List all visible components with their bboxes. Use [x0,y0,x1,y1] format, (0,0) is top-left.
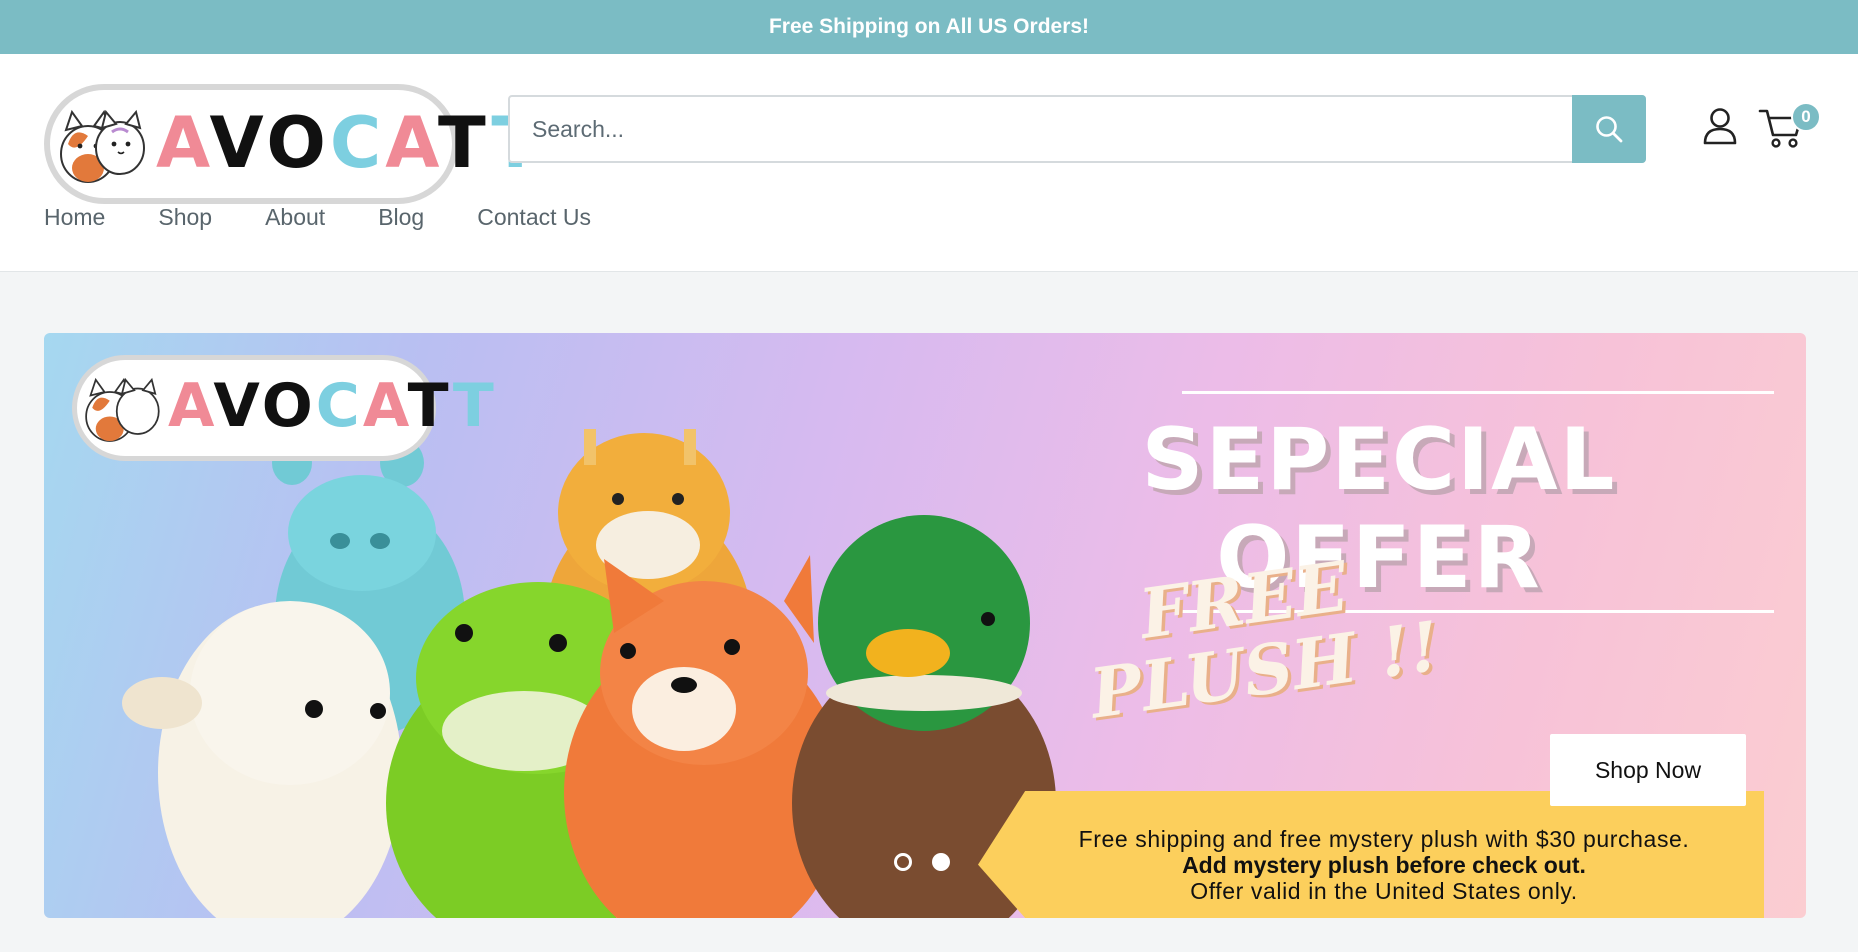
search-bar [508,95,1646,163]
promo-details-line1: Free shipping and free mystery plush wit… [1078,826,1690,852]
search-icon [1596,116,1623,143]
logo-letter: A [168,371,214,441]
site-header: AVOCATT 0 Home Shop About Blog Contact U… [0,54,1858,272]
nav-item-shop[interactable]: Shop [158,204,212,231]
nav-item-blog[interactable]: Blog [378,204,424,231]
logo-wordmark: AVOCATT [156,102,543,184]
offer-title-line1: SEPECIAL [1141,410,1617,510]
search-input[interactable] [510,97,1572,161]
nav-item-contact-us[interactable]: Contact Us [477,204,591,231]
logo-letter: T [452,371,497,441]
nav-item-home[interactable]: Home [44,204,105,231]
logo-letter: T [438,102,492,184]
cats-logo-icon [60,109,145,183]
promo-details-text: Free shipping and free mystery plush wit… [1004,826,1764,904]
site-logo[interactable]: AVOCATT [44,84,539,204]
search-button[interactable] [1572,95,1646,163]
logo-letter: V [209,102,267,184]
cart-count-badge: 0 [1791,102,1821,132]
logo-letter: C [315,371,363,441]
logo-letter: T [407,371,453,441]
shop-now-button[interactable]: Shop Now [1550,734,1746,806]
logo-letter: C [329,102,386,184]
logo-letter: A [156,102,210,184]
hero-logo: AVOCATT [72,355,494,461]
promo-details-line3: Offer valid in the United States only. [1190,878,1578,904]
carousel-dots [894,853,950,871]
logo-letter: O [261,371,316,441]
main-nav: Home Shop About Blog Contact Us [44,204,591,231]
carousel-dot-1[interactable] [894,853,912,871]
logo-letter: V [213,371,262,441]
announcement-text: Free Shipping on All US Orders! [768,15,1090,38]
title-rule-top [1182,391,1774,394]
promo-details-line2: Add mystery plush before check out. [1182,852,1586,878]
announcement-bar: Free Shipping on All US Orders! [0,0,1858,54]
logo-letter: A [385,102,439,184]
hero-logo-wordmark: AVOCATT [168,369,497,443]
carousel-dot-2[interactable] [932,853,950,871]
logo-letter: O [266,102,330,184]
logo-letter: A [362,371,408,441]
nav-item-about[interactable]: About [265,204,325,231]
account-icon[interactable] [1702,106,1738,146]
hero-banner[interactable]: AVOCATT SEPECIAL OFFER FREE PLUSH !! Fre… [44,333,1806,918]
cats-logo-icon [85,377,160,442]
